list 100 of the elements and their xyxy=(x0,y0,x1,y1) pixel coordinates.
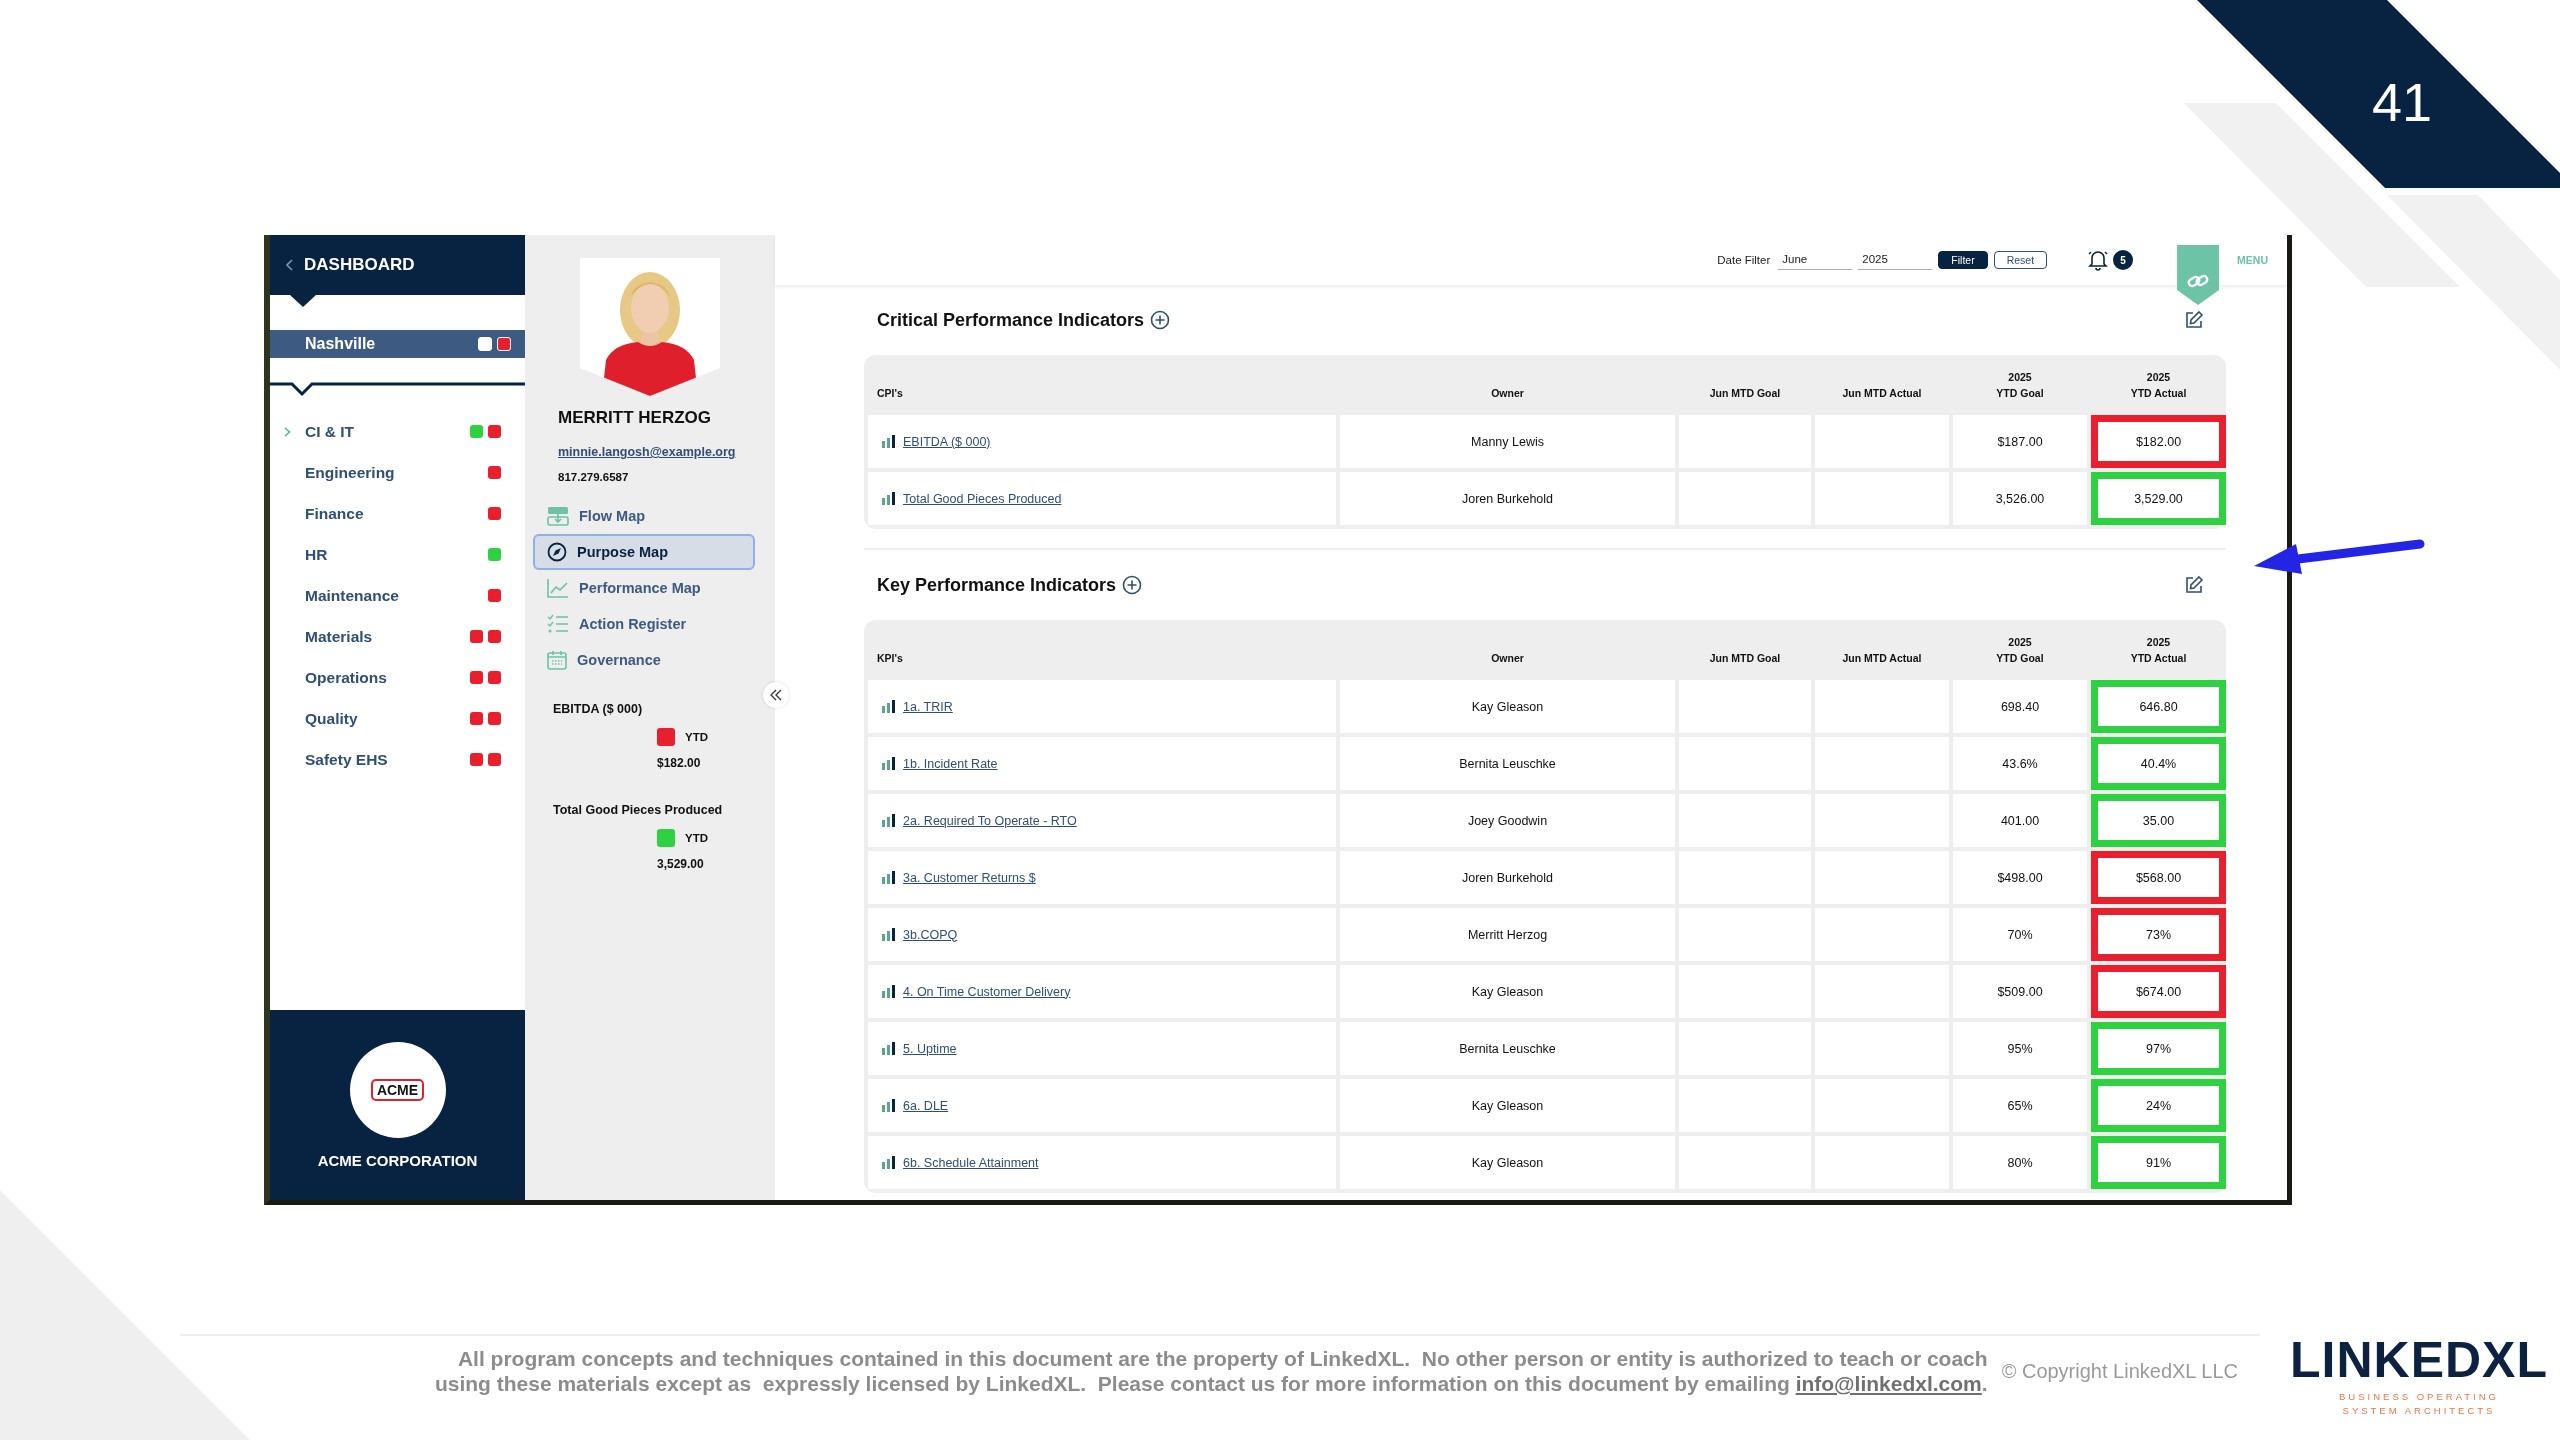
date-filter-label: Date Filter xyxy=(1717,254,1771,266)
table-cell: 40.4% xyxy=(2091,737,2226,790)
table-cell: 646.80 xyxy=(2091,680,2226,733)
department-item[interactable]: Operations xyxy=(270,657,525,698)
table-cell: 698.40 xyxy=(1953,680,2087,733)
bar-chart-icon[interactable] xyxy=(882,871,895,884)
edit-icon[interactable] xyxy=(2184,310,2204,330)
bar-chart-icon[interactable] xyxy=(882,985,895,998)
chevron-left-icon xyxy=(286,259,294,271)
edit-icon[interactable] xyxy=(2184,575,2204,595)
table-cell: Joren Burkehold xyxy=(1340,472,1675,525)
bar-chart-icon[interactable] xyxy=(882,1099,895,1112)
flow-map-icon xyxy=(547,506,569,526)
bell-icon[interactable] xyxy=(2087,249,2110,271)
department-item[interactable]: Engineering xyxy=(270,452,525,493)
email-link[interactable]: minnie.langosh@example.org xyxy=(558,443,736,461)
indicator-link[interactable]: 3b.COPQ xyxy=(903,927,958,942)
department-name: Safety EHS xyxy=(305,750,389,769)
header-pointer xyxy=(290,295,316,307)
table-cell: Joey Goodwin xyxy=(1340,794,1675,847)
bar-chart-icon[interactable] xyxy=(882,814,895,827)
department-name: Maintenance xyxy=(305,586,400,605)
double-chevron-left-icon xyxy=(770,689,782,701)
department-item[interactable]: Safety EHS xyxy=(270,739,525,780)
metric-title: Total Good Pieces Produced xyxy=(553,802,724,819)
department-name: Finance xyxy=(305,504,365,523)
column-header: Jun MTD Goal xyxy=(1708,651,1782,666)
nav-item[interactable]: Action Register xyxy=(533,606,755,642)
metric-title: EBITDA ($ 000) xyxy=(553,701,644,718)
year-field[interactable]: 2025 xyxy=(1858,250,1933,270)
sidebar-header[interactable]: DASHBOARD xyxy=(270,235,525,295)
table-cell: 91% xyxy=(2091,1136,2226,1189)
table-cell: $187.00 xyxy=(1953,415,2087,468)
bar-chart-icon[interactable] xyxy=(882,757,895,770)
metric-value: $182.00 xyxy=(657,755,702,772)
indicator-link[interactable]: 1a. TRIR xyxy=(903,699,953,714)
add-icon[interactable] xyxy=(1150,310,1171,330)
notification-badge: 5 xyxy=(2113,250,2134,270)
bar-chart-icon[interactable] xyxy=(882,928,895,941)
indicator-link[interactable]: Total Good Pieces Produced xyxy=(903,491,1062,506)
indicator-link[interactable]: 6b. Schedule Attainment xyxy=(903,1155,1039,1170)
collapse-button[interactable] xyxy=(763,682,789,708)
column-header: Jun MTD Actual xyxy=(1841,651,1923,666)
bar-chart-icon[interactable] xyxy=(882,435,895,448)
table-cell: Kay Gleason xyxy=(1340,965,1675,1018)
metric-value: 3,529.00 xyxy=(657,856,705,873)
indicator-link[interactable]: 5. Uptime xyxy=(903,1041,957,1056)
table-cell: 80% xyxy=(1953,1136,2087,1189)
nav-item[interactable]: Governance xyxy=(533,642,755,678)
dashboard-title: DASHBOARD xyxy=(304,255,415,275)
indicator-link[interactable]: EBITDA ($ 000) xyxy=(903,434,991,449)
department-name: Operations xyxy=(305,668,388,687)
nav-item[interactable]: Performance Map xyxy=(533,570,755,606)
table-cell: 70% xyxy=(1953,908,2087,961)
indicator-link[interactable]: 6a. DLE xyxy=(903,1098,949,1113)
indicator-link[interactable]: 2a. Required To Operate - RTO xyxy=(903,813,1077,828)
month-field[interactable]: June xyxy=(1778,250,1853,270)
bar-chart-icon[interactable] xyxy=(882,492,895,505)
column-header: 2025 YTD Goal xyxy=(1995,635,2045,666)
link-icon xyxy=(2187,273,2210,289)
department-item[interactable]: Materials xyxy=(270,616,525,657)
department-item[interactable]: Maintenance xyxy=(270,575,525,616)
table-cell: 35.00 xyxy=(2091,794,2226,847)
add-icon[interactable] xyxy=(1122,575,1143,595)
department-item[interactable]: CI & IT xyxy=(270,411,525,452)
department-item[interactable]: HR xyxy=(270,534,525,575)
table-cell: $568.00 xyxy=(2091,851,2226,904)
indicator-link[interactable]: 1b. Incident Rate xyxy=(903,756,998,771)
department-item[interactable]: Quality xyxy=(270,698,525,739)
reset-button[interactable]: Reset xyxy=(1993,251,2048,269)
department-name: CI & IT xyxy=(305,422,356,441)
table-cell: $182.00 xyxy=(2091,415,2226,468)
table-cell: Manny Lewis xyxy=(1340,415,1675,468)
brand-tagline: SYSTEM ARCHITECTS xyxy=(2342,1404,2496,1418)
column-header: KPI's xyxy=(876,651,904,666)
department-item[interactable]: Finance xyxy=(270,493,525,534)
table-cell: 73% xyxy=(2091,908,2226,961)
slide-number: 41 xyxy=(2372,72,2433,132)
calendar-icon xyxy=(547,650,567,670)
department-name: HR xyxy=(305,545,329,564)
table-cell: 65% xyxy=(1953,1079,2087,1132)
column-header: Owner xyxy=(1490,386,1525,401)
indicator-link[interactable]: 3a. Customer Returns $ xyxy=(903,870,1036,885)
period-label: YTD xyxy=(685,731,708,743)
location-bar[interactable]: Nashville xyxy=(270,330,525,358)
indicator-link[interactable]: 4. On Time Customer Delivery xyxy=(903,984,1071,999)
table-cell: 97% xyxy=(2091,1022,2226,1075)
department-name: Materials xyxy=(305,627,374,646)
column-header: Jun MTD Actual xyxy=(1841,386,1923,401)
bar-chart-icon[interactable] xyxy=(882,1042,895,1055)
nav-item[interactable]: Flow Map xyxy=(533,498,755,534)
bar-chart-icon[interactable] xyxy=(882,1156,895,1169)
bar-chart-icon[interactable] xyxy=(882,700,895,713)
nav-item[interactable]: Purpose Map xyxy=(533,534,755,570)
email-link[interactable]: info@linkedxl.com xyxy=(1795,1372,1982,1395)
brand-tagline: BUSINESS OPERATING xyxy=(2339,1390,2499,1404)
company-name: ACME CORPORATION xyxy=(317,1151,478,1169)
department-name: Quality xyxy=(305,709,359,728)
filter-button[interactable]: Filter xyxy=(1938,251,1988,269)
table-cell: Kay Gleason xyxy=(1340,1136,1675,1189)
